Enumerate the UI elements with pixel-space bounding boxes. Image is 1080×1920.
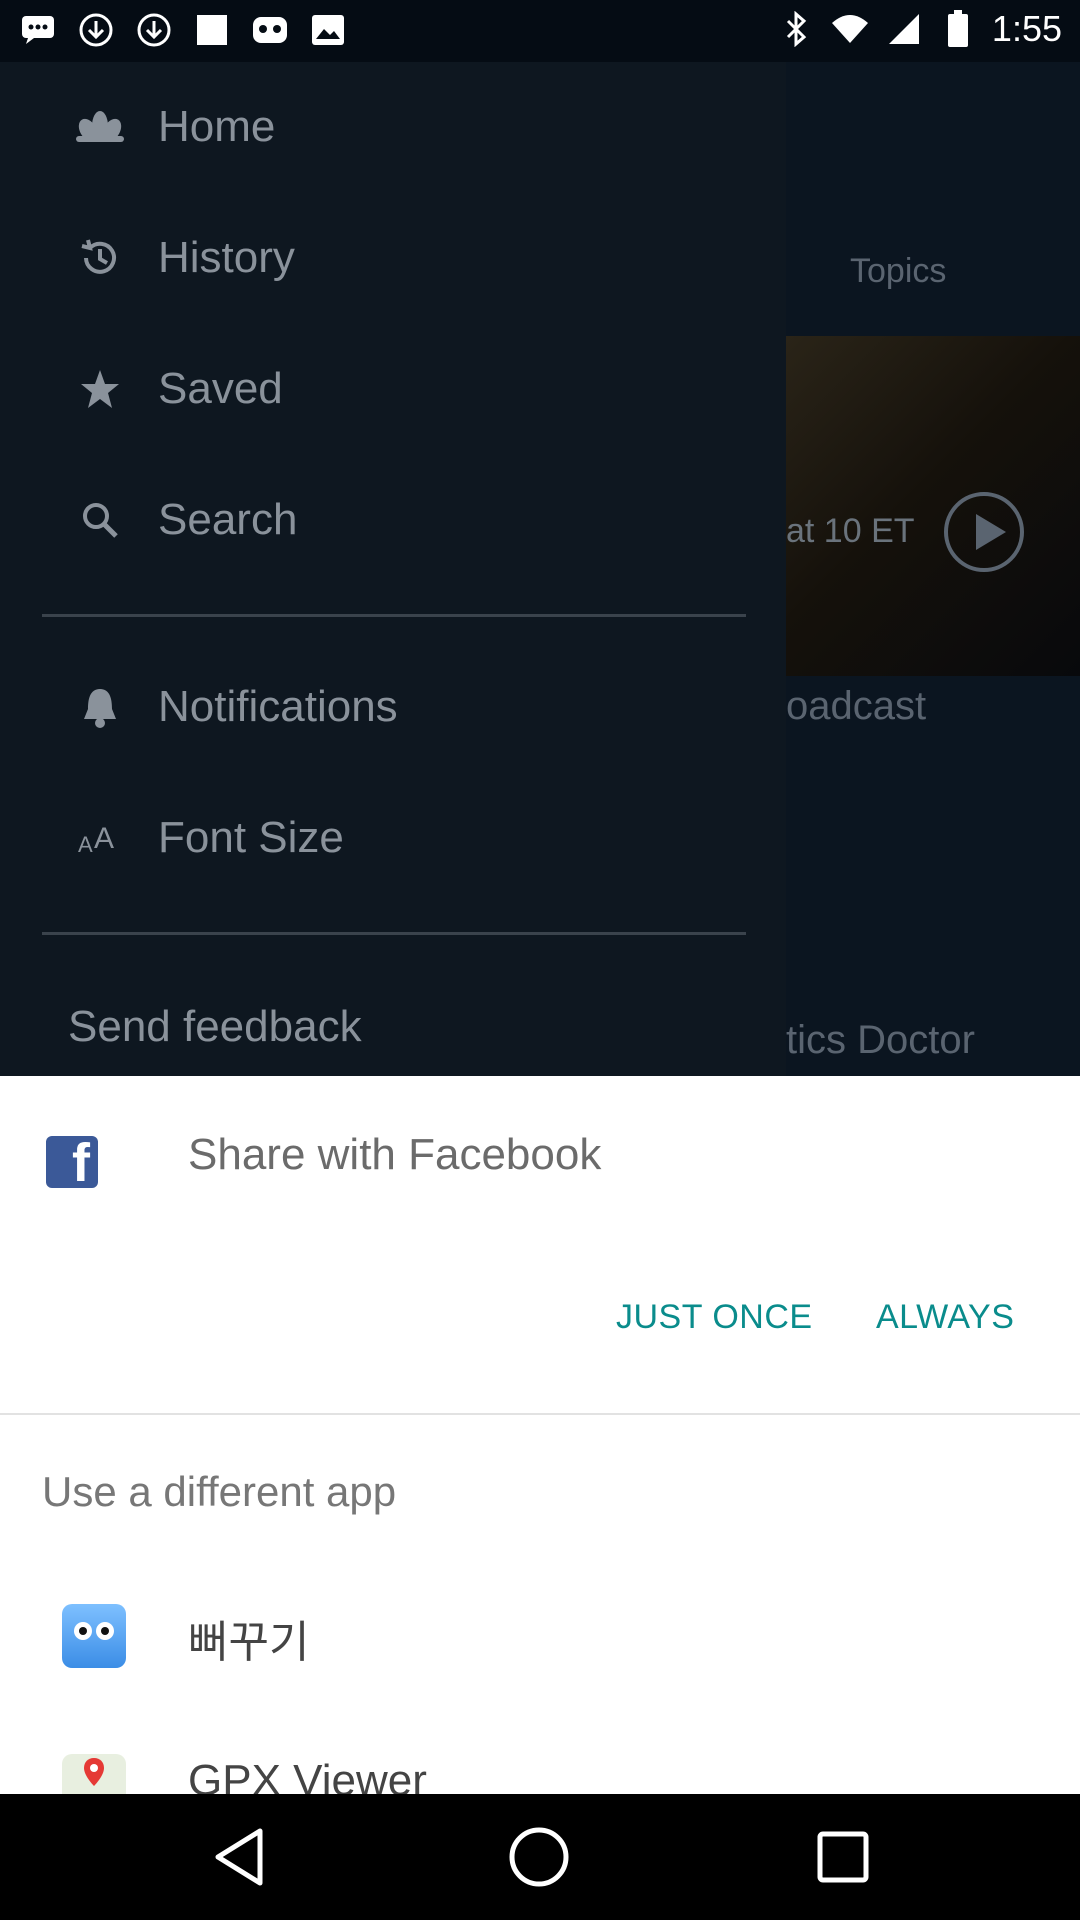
navigation-drawer: Home History Saved Search Notifications … [0,62,786,1076]
drawer-label-home: Home [158,102,276,151]
send-feedback-link[interactable]: Send feedback [68,1002,362,1052]
download-icon [134,10,174,50]
wifi-icon [830,9,870,49]
share-sheet: f Share with Facebook JUST ONCE ALWAYS U… [0,1076,1080,1818]
just-once-button[interactable]: JUST ONCE [616,1298,813,1337]
bluetooth-icon [776,9,816,49]
sheet-divider [0,1413,1080,1415]
bell-icon [74,681,126,733]
home-button[interactable] [506,1824,572,1890]
drawer-label-history: History [158,233,295,282]
drawer-item-history[interactable]: History [0,203,786,313]
drawer-label-saved: Saved [158,364,283,413]
star-icon [74,363,126,415]
doctor-text: tics Doctor [786,1018,975,1062]
download-icon [76,10,116,50]
status-bar: 1:55 [0,0,1080,62]
article-image [786,336,1080,676]
notification-icons [18,10,348,50]
app-label: 뻐꾸기 [188,1618,310,1667]
share-title: Share with Facebook [188,1130,602,1179]
live-text: at 10 ET [786,512,915,550]
chat-icon [18,10,58,50]
drawer-item-saved[interactable]: Saved [0,334,786,444]
always-button[interactable]: ALWAYS [876,1298,1014,1337]
bird-face-icon [62,1604,126,1668]
history-icon [74,232,126,284]
signal-icon [884,9,924,49]
drawer-divider [42,932,746,935]
recents-button[interactable] [810,1824,876,1890]
drawer-item-font-size[interactable]: AA Font Size [0,783,786,893]
svg-text:A: A [78,832,93,856]
navigation-bar [0,1794,1080,1920]
drawer-label-notifications: Notifications [158,682,398,731]
lotus-icon [74,101,126,153]
search-icon [74,494,126,546]
broadcast-text: oadcast [786,684,927,728]
drawer-item-notifications[interactable]: Notifications [0,652,786,762]
different-app-heading: Use a different app [42,1468,397,1515]
topics-tab: Topics [850,252,947,290]
play-icon [944,492,1024,572]
svg-text:A: A [94,822,114,855]
drawer-label-font-size: Font Size [158,813,344,862]
system-icons: 1:55 [776,8,1062,50]
back-button[interactable] [206,1824,272,1890]
drawer-divider [42,614,746,617]
clock: 1:55 [991,8,1062,49]
drawer-item-search[interactable]: Search [0,465,786,575]
game-icon [250,10,290,50]
drawer-label-search: Search [158,495,298,544]
battery-icon [938,9,978,49]
font-size-icon: AA [74,812,126,864]
gallery-icon [308,10,348,50]
drawer-item-home[interactable]: Home [0,72,786,182]
facebook-icon: f [46,1136,98,1188]
image-icon [192,10,232,50]
